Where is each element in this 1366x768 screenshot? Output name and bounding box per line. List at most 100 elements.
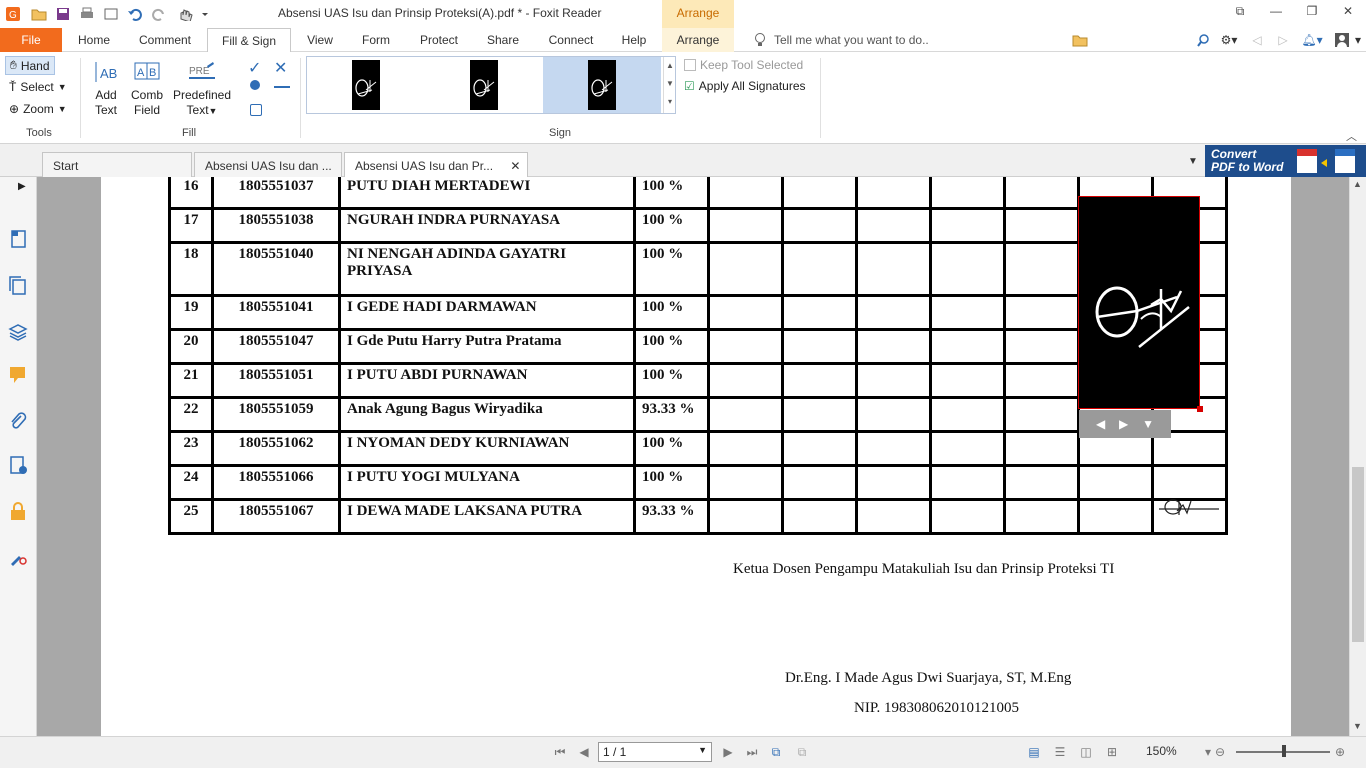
row-number: 18 xyxy=(168,241,214,297)
first-page-icon[interactable]: ⏮ xyxy=(552,745,568,761)
previous-page-icon[interactable]: ◀ xyxy=(576,745,592,761)
menu-help[interactable]: Help xyxy=(614,28,654,52)
settings-gear-icon[interactable]: ⚙▾ xyxy=(1216,28,1242,52)
student-nim: 1805551040 xyxy=(211,241,341,297)
signature-panel-icon[interactable] xyxy=(8,455,28,475)
zoom-in-icon[interactable]: ⊕ xyxy=(1332,745,1348,761)
user-account-icon[interactable] xyxy=(1330,28,1354,52)
previous-view-icon[interactable]: ⧉ xyxy=(768,745,784,761)
rectangle-icon[interactable] xyxy=(250,104,262,116)
resize-handle[interactable] xyxy=(1197,406,1203,412)
collapse-ribbon-icon[interactable]: ︿ xyxy=(1346,128,1357,144)
single-page-icon[interactable]: ▤ xyxy=(1026,745,1042,761)
page-dropdown-icon[interactable]: ▼ xyxy=(698,745,707,755)
notification-bell-icon[interactable]: 🔔︎▾ xyxy=(1298,28,1326,52)
page-number-input[interactable]: 1 / 1 ▼ xyxy=(598,742,712,762)
print-icon[interactable] xyxy=(78,5,96,23)
next-page-icon[interactable]: ▶ xyxy=(720,745,736,761)
tab-document-1[interactable]: Absensi UAS Isu dan ... xyxy=(194,152,342,177)
close-tab-icon[interactable]: ✕ xyxy=(510,159,520,173)
next-signature-icon[interactable]: ▶ xyxy=(1119,417,1128,431)
lock-icon[interactable] xyxy=(8,501,28,521)
menu-view[interactable]: View xyxy=(298,28,342,52)
gallery-scroll[interactable]: ▲ ▼ ▾ xyxy=(663,57,676,113)
comments-icon[interactable] xyxy=(8,365,28,385)
convert-pdf-to-word-banner[interactable]: Convert PDF to Word xyxy=(1205,145,1366,177)
keep-tool-selected-checkbox[interactable]: Keep Tool Selected xyxy=(684,58,803,72)
zoom-slider-handle[interactable] xyxy=(1282,745,1286,757)
page-thumbnails-icon[interactable] xyxy=(8,275,28,295)
previous-find-icon[interactable]: ◁ xyxy=(1250,28,1264,52)
search-icon[interactable] xyxy=(1194,28,1212,52)
scroll-thumb[interactable] xyxy=(1352,467,1364,642)
select-tool-button[interactable]: Ť Select ▼ xyxy=(9,80,67,94)
minimize-icon[interactable]: — xyxy=(1266,4,1286,22)
continuous-facing-icon[interactable]: ⊞ xyxy=(1104,745,1120,761)
user-dropdown-icon[interactable]: ▾ xyxy=(1352,28,1364,52)
next-view-icon[interactable]: ⧉ xyxy=(794,745,810,761)
menu-comment[interactable]: Comment xyxy=(130,28,200,52)
previous-signature-icon[interactable]: ◀ xyxy=(1096,417,1105,431)
undo-icon[interactable] xyxy=(126,5,144,23)
line-icon[interactable] xyxy=(274,86,290,88)
layers-icon[interactable] xyxy=(8,321,28,341)
comb-field-button[interactable]: AB Comb Field xyxy=(128,60,166,118)
tab-list-dropdown-icon[interactable]: ▼ xyxy=(1188,156,1198,167)
menu-arrange[interactable]: Arrange xyxy=(662,28,734,52)
scroll-down-icon[interactable]: ▼ xyxy=(1353,721,1362,731)
tab-document-2-active[interactable]: Absensi UAS Isu dan Pr... ✕ xyxy=(344,152,528,177)
signature-cell xyxy=(855,430,932,467)
row-number: 22 xyxy=(168,396,214,433)
find-folder-icon[interactable] xyxy=(1070,28,1090,52)
menu-connect[interactable]: Connect xyxy=(540,28,602,52)
hand-tool-button[interactable]: ✋︎ Hand xyxy=(5,56,55,75)
apply-all-label: Apply All Signatures xyxy=(698,79,806,93)
dot-icon[interactable] xyxy=(250,80,260,90)
continuous-icon[interactable]: ☰ xyxy=(1052,745,1068,761)
menu-home[interactable]: Home xyxy=(66,28,122,52)
zoom-level[interactable]: 150% xyxy=(1146,744,1177,758)
redo-icon[interactable] xyxy=(150,5,168,23)
cross-mark-icon[interactable]: ✕ xyxy=(274,58,287,78)
apply-all-signatures-button[interactable]: ☑︎ Apply All Signatures xyxy=(684,79,806,93)
certificate-pen-icon[interactable] xyxy=(8,547,28,567)
menu-fill-sign[interactable]: Fill & Sign xyxy=(207,28,291,53)
attachments-icon[interactable] xyxy=(8,411,28,431)
tab-start[interactable]: Start xyxy=(42,152,192,177)
menu-protect[interactable]: Protect xyxy=(410,28,468,52)
scroll-up-icon[interactable]: ▲ xyxy=(1353,179,1362,189)
document-tab-bar: Start Absensi UAS Isu dan ... Absensi UA… xyxy=(0,144,1366,177)
close-icon[interactable]: ✕ xyxy=(1338,4,1358,22)
ribbon-display-icon[interactable]: ⧉ xyxy=(1230,4,1250,22)
window-icon[interactable] xyxy=(102,5,120,23)
signature-cell xyxy=(707,362,784,399)
facing-icon[interactable]: ◫ xyxy=(1078,745,1094,761)
expand-panel-icon[interactable]: ▶ xyxy=(18,181,38,201)
pages-icon[interactable] xyxy=(8,229,28,249)
zoom-tool-button[interactable]: ⊕ Zoom ▼ xyxy=(9,102,67,116)
signature-options-icon[interactable]: ▼ xyxy=(1142,417,1154,431)
next-find-icon[interactable]: ▷ xyxy=(1276,28,1290,52)
add-text-button[interactable]: AB Add Text xyxy=(88,60,124,118)
predefined-text-button[interactable]: PRE Predefined Text▼ xyxy=(170,60,234,119)
signature-cell xyxy=(855,294,932,331)
signature-cell xyxy=(1003,430,1080,467)
open-folder-icon[interactable] xyxy=(30,5,48,23)
signature-thumbnail[interactable] xyxy=(425,57,543,113)
signature-thumbnail-selected[interactable] xyxy=(543,57,661,113)
save-icon[interactable] xyxy=(54,5,72,23)
restore-icon[interactable]: ❐ xyxy=(1302,4,1322,22)
menu-share[interactable]: Share xyxy=(480,28,526,52)
foxit-logo-icon[interactable]: G xyxy=(4,5,22,23)
placed-signature[interactable] xyxy=(1078,196,1203,412)
signature-cell xyxy=(855,241,932,297)
checkmark-icon[interactable]: ✓ xyxy=(248,58,261,78)
vertical-scrollbar[interactable]: ▲ ▼ xyxy=(1349,177,1366,736)
last-page-icon[interactable]: ⏭ xyxy=(744,745,760,761)
signature-thumbnail[interactable] xyxy=(307,57,425,113)
tell-me-search[interactable]: Tell me what you want to do.. xyxy=(774,28,949,52)
menu-file[interactable]: File xyxy=(0,28,62,52)
hand-tool-dropdown-icon[interactable] xyxy=(176,5,210,23)
menu-form[interactable]: Form xyxy=(354,28,398,52)
zoom-out-icon[interactable]: ⊖ xyxy=(1212,745,1228,761)
